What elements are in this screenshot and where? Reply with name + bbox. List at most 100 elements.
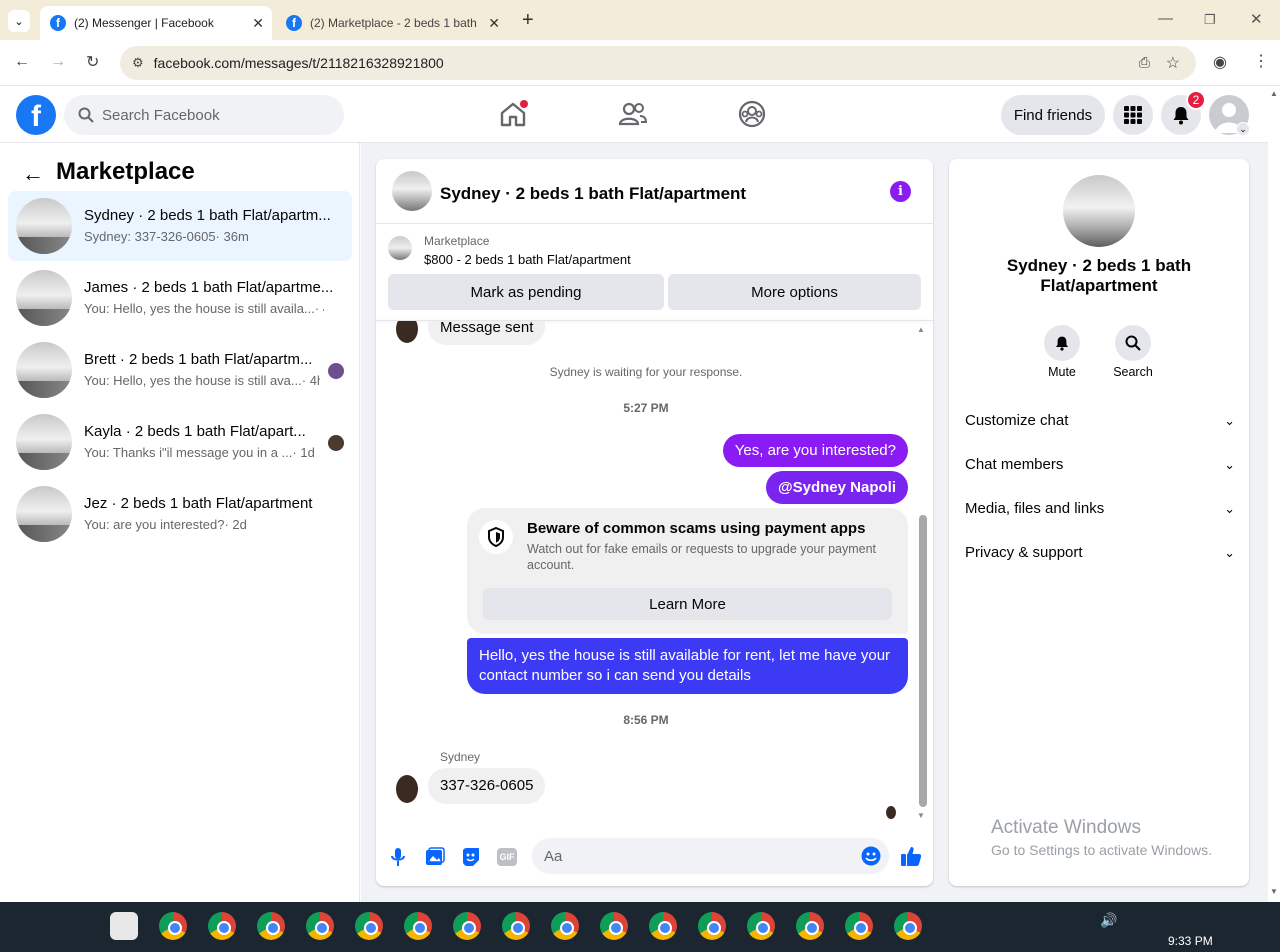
groups-icon[interactable] — [737, 99, 767, 129]
address-bar[interactable]: ⚙ facebook.com/messages/t/21182163289218… — [120, 46, 1196, 80]
sender-name: Sydney — [440, 750, 481, 764]
listing-thumbnail — [16, 342, 72, 398]
snipping-tool-icon[interactable] — [110, 912, 138, 940]
apps-grid-icon — [1124, 106, 1142, 124]
conversation-item[interactable]: James · 2 beds 1 bath Flat/apartme... Yo… — [8, 263, 352, 333]
chrome-icon[interactable] — [159, 912, 187, 940]
more-options-button[interactable]: More options — [668, 274, 921, 310]
customize-chat-section[interactable]: Customize chat ⌄ — [965, 412, 1235, 429]
conversation-preview: Sydney: 337-326-0605· 36m — [84, 229, 324, 244]
chrome-icon[interactable] — [355, 912, 383, 940]
preview-time: · 36m — [215, 229, 249, 244]
window-close-icon[interactable]: ✕ — [1250, 10, 1263, 28]
preview-time: · 1d — [292, 445, 315, 460]
restore-icon[interactable]: ❐ — [1204, 12, 1216, 28]
new-tab-icon[interactable]: + — [522, 9, 534, 32]
find-friends-button[interactable]: Find friends — [1001, 95, 1105, 135]
scroll-up-icon[interactable]: ▲ — [917, 325, 925, 334]
chat-members-section[interactable]: Chat members ⌄ — [965, 456, 1235, 473]
preview-text: Sydney: 337-326-0605 — [84, 229, 216, 244]
account-chevron-icon[interactable]: ⌄ — [1236, 122, 1250, 136]
chrome-icon[interactable] — [404, 912, 432, 940]
gif-icon[interactable]: GIF — [497, 848, 517, 866]
chevron-down-icon: ⌄ — [1224, 500, 1235, 516]
scroll-down-icon[interactable]: ▼ — [917, 811, 925, 820]
conversation-item[interactable]: Jez · 2 beds 1 bath Flat/apartment You: … — [8, 479, 352, 549]
scrollbar-thumb[interactable] — [919, 515, 927, 807]
profile-icon[interactable]: ◉ — [1213, 52, 1227, 72]
chat-thumbnail[interactable] — [392, 171, 432, 211]
mark-as-pending-button[interactable]: Mark as pending — [388, 274, 664, 310]
search-icon — [1125, 335, 1141, 351]
tab-messenger[interactable]: f (2) Messenger | Facebook ✕ — [40, 6, 272, 40]
profile-thumbnail[interactable] — [1063, 175, 1135, 247]
chrome-icon[interactable] — [796, 912, 824, 940]
minimize-icon[interactable]: — — [1158, 10, 1173, 27]
scroll-up-icon[interactable]: ▲ — [1270, 89, 1278, 98]
chrome-icon[interactable] — [257, 912, 285, 940]
tab-marketplace[interactable]: f (2) Marketplace - 2 beds 1 bath ✕ — [276, 6, 508, 40]
back-arrow-icon[interactable]: ← — [22, 161, 44, 187]
menu-button[interactable] — [1113, 95, 1153, 135]
conversation-item[interactable]: Brett · 2 beds 1 bath Flat/apartm... You… — [8, 335, 352, 405]
install-app-icon[interactable]: ⎙ — [1139, 54, 1150, 71]
sticker-icon[interactable] — [461, 847, 481, 867]
browser-menu-icon[interactable]: ⋮ — [1253, 51, 1269, 71]
chrome-icon[interactable] — [551, 912, 579, 940]
privacy-support-section[interactable]: Privacy & support ⌄ — [965, 544, 1235, 561]
friends-icon[interactable] — [618, 99, 648, 129]
chat-title[interactable]: Sydney · 2 beds 1 bath Flat/apartment — [440, 184, 746, 204]
reload-icon[interactable]: ↻ — [86, 52, 99, 72]
page-scrollbar[interactable]: ▲ ▼ — [1268, 87, 1280, 902]
volume-icon[interactable]: 🔊 — [1100, 912, 1117, 929]
conversation-item[interactable]: Kayla · 2 beds 1 bath Flat/apart... You:… — [8, 407, 352, 477]
photo-icon[interactable] — [425, 847, 445, 867]
scroll-down-icon[interactable]: ▼ — [1270, 887, 1278, 896]
search-icon — [78, 107, 94, 123]
mute-button[interactable] — [1044, 325, 1080, 361]
media-files-links-section[interactable]: Media, files and links ⌄ — [965, 500, 1235, 517]
close-tab-icon[interactable]: ✕ — [488, 15, 500, 32]
bookmark-star-icon[interactable]: ☆ — [1166, 53, 1180, 73]
emoji-icon[interactable] — [861, 846, 881, 866]
scam-warning-card: Beware of common scams using payment app… — [467, 508, 908, 634]
bell-icon — [1056, 336, 1068, 351]
chrome-icon[interactable] — [747, 912, 775, 940]
chrome-icon[interactable] — [453, 912, 481, 940]
mention-bubble[interactable]: @Sydney Napoli — [766, 471, 908, 504]
facebook-search-input[interactable]: Search Facebook — [64, 95, 344, 135]
chrome-icon[interactable] — [502, 912, 530, 940]
home-icon[interactable] — [498, 99, 528, 129]
clock-time[interactable]: 9:33 PM — [1168, 934, 1213, 948]
close-tab-icon[interactable]: ✕ — [252, 15, 264, 32]
windows-taskbar: 🔊 9:33 PM — [0, 902, 1280, 952]
chrome-icon[interactable] — [306, 912, 334, 940]
microphone-icon[interactable] — [390, 847, 406, 867]
warning-body: Watch out for fake emails or requests to… — [527, 542, 877, 572]
back-icon[interactable]: ← — [14, 53, 30, 71]
facebook-logo[interactable]: f — [16, 95, 56, 135]
chat-window: Sydney · 2 beds 1 bath Flat/apartment i … — [376, 159, 933, 886]
search-button[interactable] — [1115, 325, 1151, 361]
chrome-icon[interactable] — [649, 912, 677, 940]
chrome-icon[interactable] — [845, 912, 873, 940]
conversation-item[interactable]: Sydney · 2 beds 1 bath Flat/apartm... Sy… — [8, 191, 352, 261]
site-info-icon[interactable]: ⚙ — [132, 55, 144, 71]
info-icon[interactable]: i — [890, 181, 911, 202]
activate-windows-subtitle: Go to Settings to activate Windows. — [991, 842, 1212, 858]
chrome-icon[interactable] — [600, 912, 628, 940]
seen-avatar — [328, 435, 344, 451]
preview-time: · 4h — [314, 301, 324, 316]
forward-icon[interactable]: → — [50, 53, 66, 71]
thumbs-up-icon[interactable] — [900, 845, 922, 867]
message-input[interactable]: Aa — [532, 838, 889, 874]
chrome-icon[interactable] — [698, 912, 726, 940]
chrome-icon[interactable] — [894, 912, 922, 940]
chrome-icon[interactable] — [208, 912, 236, 940]
browser-toolbar: ← → ↻ ⚙ facebook.com/messages/t/21182163… — [0, 40, 1280, 86]
mute-label: Mute — [1048, 365, 1076, 379]
tab-search-button[interactable]: ⌄ — [8, 10, 30, 32]
message-bubble-incoming: Message sent — [428, 321, 546, 345]
preview-text: You: Hello, yes the house is still ava..… — [84, 373, 302, 388]
learn-more-button[interactable]: Learn More — [483, 588, 892, 620]
